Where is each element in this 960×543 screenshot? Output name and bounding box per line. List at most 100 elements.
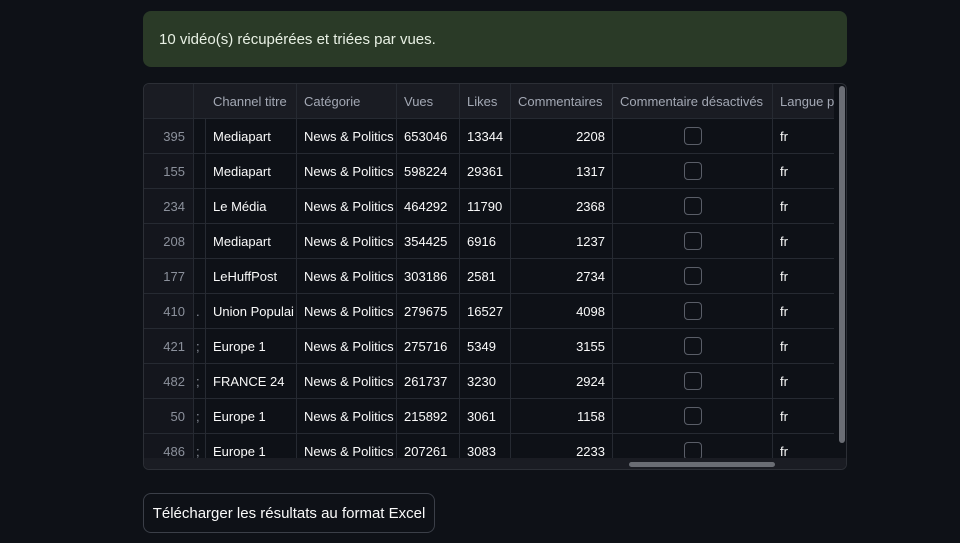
cell-language[interactable]: fr	[773, 364, 834, 399]
comments-disabled-checkbox[interactable]	[683, 267, 702, 285]
cell-channel-title[interactable]: Europe 1	[206, 399, 297, 434]
column-header-row-index[interactable]	[144, 84, 194, 119]
table-row[interactable]: 486; Europe 1 News & Politics 207261 3083 223…	[144, 434, 834, 458]
download-excel-button[interactable]: Télécharger les résultats au format Exce…	[143, 493, 435, 533]
cell-row-index[interactable]: 482	[144, 364, 194, 399]
cell-language[interactable]: fr	[773, 224, 834, 259]
column-header-language[interactable]: Langue p	[773, 84, 834, 119]
table-row[interactable]: 421; Europe 1 News & Politics 275716 5349 315…	[144, 329, 834, 364]
cell-likes[interactable]: 5349	[460, 329, 511, 364]
cell-views[interactable]: 303186	[397, 259, 460, 294]
table-row[interactable]: 208 Mediapart News & Politics 354425 6916 123…	[144, 224, 834, 259]
cell-row-index[interactable]: 177	[144, 259, 194, 294]
cell-category[interactable]: News & Politics	[297, 434, 397, 458]
table-row[interactable]: 410. Union Populai News & Politics 279675 16…	[144, 294, 834, 329]
cell-channel-title[interactable]: Mediapart	[206, 119, 297, 154]
cell-channel-title[interactable]: LeHuffPost	[206, 259, 297, 294]
cell-row-extra[interactable]	[194, 189, 206, 224]
cell-row-extra[interactable]	[194, 259, 206, 294]
table-row[interactable]: 395 Mediapart News & Politics 653046 13344 22…	[144, 119, 834, 154]
cell-likes[interactable]: 2581	[460, 259, 511, 294]
cell-row-index[interactable]: 208	[144, 224, 194, 259]
comments-disabled-checkbox[interactable]	[683, 407, 702, 425]
cell-row-extra[interactable]: ;	[194, 329, 206, 364]
cell-row-extra[interactable]: ;	[194, 364, 206, 399]
comments-disabled-checkbox[interactable]	[683, 337, 702, 355]
cell-views[interactable]: 279675	[397, 294, 460, 329]
cell-row-index[interactable]: 155	[144, 154, 194, 189]
cell-row-extra[interactable]	[194, 119, 206, 154]
data-table[interactable]: Channel titre Catégorie Vues Likes Commentai…	[143, 83, 847, 470]
column-header-likes[interactable]: Likes	[460, 84, 511, 119]
cell-comments[interactable]: 2233	[511, 434, 613, 458]
comments-disabled-checkbox[interactable]	[683, 162, 702, 180]
cell-row-extra[interactable]: ;	[194, 399, 206, 434]
cell-row-index[interactable]: 395	[144, 119, 194, 154]
cell-views[interactable]: 207261	[397, 434, 460, 458]
comments-disabled-checkbox[interactable]	[683, 232, 702, 250]
cell-likes[interactable]: 3061	[460, 399, 511, 434]
cell-channel-title[interactable]: Union Populai	[206, 294, 297, 329]
cell-channel-title[interactable]: Europe 1	[206, 434, 297, 458]
cell-comments[interactable]: 2368	[511, 189, 613, 224]
table-row[interactable]: 155 Mediapart News & Politics 598224 29361 13…	[144, 154, 834, 189]
cell-views[interactable]: 598224	[397, 154, 460, 189]
cell-category[interactable]: News & Politics	[297, 259, 397, 294]
cell-category[interactable]: News & Politics	[297, 364, 397, 399]
cell-likes[interactable]: 29361	[460, 154, 511, 189]
cell-comments[interactable]: 2208	[511, 119, 613, 154]
column-header-category[interactable]: Catégorie	[297, 84, 397, 119]
cell-category[interactable]: News & Politics	[297, 189, 397, 224]
cell-likes[interactable]: 16527	[460, 294, 511, 329]
table-row[interactable]: 177 LeHuffPost News & Politics 303186 2581 27…	[144, 259, 834, 294]
cell-channel-title[interactable]: Mediapart	[206, 224, 297, 259]
table-row[interactable]: 482; FRANCE 24 News & Politics 261737 3230 29…	[144, 364, 834, 399]
cell-row-index[interactable]: 50	[144, 399, 194, 434]
cell-channel-title[interactable]: FRANCE 24	[206, 364, 297, 399]
cell-category[interactable]: News & Politics	[297, 399, 397, 434]
cell-row-extra[interactable]: ;	[194, 434, 206, 458]
cell-channel-title[interactable]: Europe 1	[206, 329, 297, 364]
comments-disabled-checkbox[interactable]	[683, 127, 702, 145]
cell-language[interactable]: fr	[773, 434, 834, 458]
cell-comments[interactable]: 1158	[511, 399, 613, 434]
cell-language[interactable]: fr	[773, 119, 834, 154]
cell-likes[interactable]: 3083	[460, 434, 511, 458]
cell-comments[interactable]: 1237	[511, 224, 613, 259]
cell-comments[interactable]: 2734	[511, 259, 613, 294]
cell-language[interactable]: fr	[773, 259, 834, 294]
cell-row-index[interactable]: 421	[144, 329, 194, 364]
cell-channel-title[interactable]: Mediapart	[206, 154, 297, 189]
cell-views[interactable]: 275716	[397, 329, 460, 364]
cell-likes[interactable]: 6916	[460, 224, 511, 259]
cell-row-extra[interactable]	[194, 154, 206, 189]
horizontal-scrollbar[interactable]	[629, 462, 775, 467]
cell-row-index[interactable]: 486	[144, 434, 194, 458]
comments-disabled-checkbox[interactable]	[683, 372, 702, 390]
cell-views[interactable]: 354425	[397, 224, 460, 259]
column-header-channel-title[interactable]: Channel titre	[206, 84, 297, 119]
cell-category[interactable]: News & Politics	[297, 329, 397, 364]
cell-likes[interactable]: 11790	[460, 189, 511, 224]
cell-category[interactable]: News & Politics	[297, 154, 397, 189]
cell-category[interactable]: News & Politics	[297, 119, 397, 154]
cell-likes[interactable]: 13344	[460, 119, 511, 154]
cell-language[interactable]: fr	[773, 189, 834, 224]
cell-views[interactable]: 261737	[397, 364, 460, 399]
cell-language[interactable]: fr	[773, 329, 834, 364]
cell-views[interactable]: 653046	[397, 119, 460, 154]
column-header-comments[interactable]: Commentaires	[511, 84, 613, 119]
table-row[interactable]: 50; Europe 1 News & Politics 215892 3061 1158…	[144, 399, 834, 434]
comments-disabled-checkbox[interactable]	[683, 442, 702, 458]
cell-comments[interactable]: 4098	[511, 294, 613, 329]
cell-comments[interactable]: 3155	[511, 329, 613, 364]
vertical-scrollbar[interactable]	[839, 86, 845, 443]
table-row[interactable]: 234 Le Média News & Politics 464292 11790 236…	[144, 189, 834, 224]
cell-row-extra[interactable]	[194, 224, 206, 259]
cell-comments[interactable]: 2924	[511, 364, 613, 399]
cell-language[interactable]: fr	[773, 154, 834, 189]
comments-disabled-checkbox[interactable]	[683, 197, 702, 215]
cell-row-extra[interactable]: .	[194, 294, 206, 329]
cell-likes[interactable]: 3230	[460, 364, 511, 399]
cell-views[interactable]: 215892	[397, 399, 460, 434]
